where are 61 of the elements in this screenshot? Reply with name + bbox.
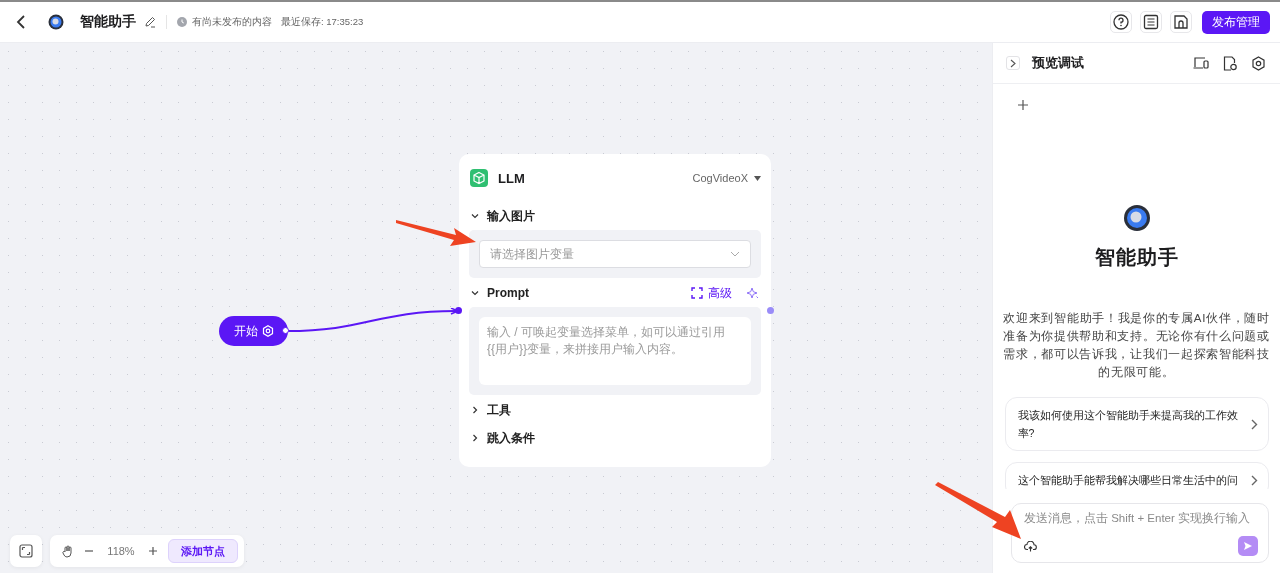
orb-logo-icon	[1122, 204, 1151, 232]
save-button[interactable]	[1170, 11, 1192, 33]
chevron-icon	[1010, 58, 1016, 68]
chevron-icon	[471, 212, 479, 220]
add-node-button[interactable]: 添加节点	[168, 539, 238, 563]
back-icon	[16, 15, 26, 29]
model-select[interactable]: CogVideoX	[692, 172, 761, 184]
section-toggle[interactable]: 工具	[469, 401, 761, 419]
chevron-icon	[471, 406, 479, 414]
expand-icon	[691, 287, 703, 299]
orb-logo-icon	[48, 14, 64, 30]
chevron-down-icon	[730, 251, 740, 257]
node-title: LLM	[498, 170, 526, 186]
settings-icon[interactable]	[1251, 55, 1266, 71]
save-icon	[1173, 14, 1189, 30]
chevron-icon	[471, 434, 479, 442]
expand-button[interactable]	[1006, 56, 1020, 70]
clock-icon	[177, 17, 187, 27]
suggestion-card[interactable]: 我该如何使用这个智能助手来提高我的工作效率?	[1004, 397, 1269, 451]
plus-icon[interactable]	[1018, 100, 1028, 110]
section-toggle[interactable]: 输入图片	[469, 207, 761, 225]
help-button[interactable]	[1110, 11, 1132, 33]
prompt-input[interactable]: 输入 / 可唤起变量选择菜单，如可以通过引用{{用户}}变量，来拼接用户输入内容。	[479, 317, 751, 385]
send-icon	[1243, 541, 1253, 551]
help-icon	[1113, 14, 1129, 30]
sparkle-icon[interactable]	[746, 286, 759, 300]
zoom-in-button[interactable]	[148, 546, 158, 556]
gear-icon	[261, 325, 274, 337]
caret-icon	[754, 175, 761, 181]
input-port[interactable]	[455, 307, 462, 314]
welcome-message: 欢迎来到智能助手！我是你的专属AI伙伴，随时准备为你提供帮助和支持。无论你有什么问题或需求，都可以告诉我，让我们一起探索智能科技的无限可能。	[1002, 311, 1271, 380]
fit-view-icon	[19, 544, 33, 558]
back-button[interactable]	[14, 14, 28, 30]
hand-icon[interactable]	[62, 544, 74, 558]
start-label: 开始	[233, 322, 258, 340]
status-text: 有尚未发布的内容	[192, 15, 272, 29]
advanced-button[interactable]: 高级	[691, 284, 732, 302]
device-icon[interactable]	[1193, 56, 1209, 70]
section-toggle[interactable]: 跳入条件	[469, 429, 761, 447]
document-icon[interactable]	[1223, 55, 1237, 71]
chevron-icon	[471, 289, 479, 297]
list-button[interactable]	[1140, 11, 1162, 33]
panel-title: 预览调试	[1032, 54, 1084, 72]
plus-icon	[148, 546, 158, 556]
list-icon	[1143, 14, 1159, 30]
assistant-name: 智能助手	[1094, 245, 1179, 270]
send-button[interactable]	[1238, 536, 1258, 556]
suggestion-card[interactable]: 这个智能助手能帮我解决哪些日常生活中的问	[1004, 462, 1269, 489]
edit-icon[interactable]	[144, 16, 156, 28]
output-port[interactable]	[282, 327, 289, 334]
save-time: 最近保存: 17:35:23	[281, 15, 364, 29]
fit-view-button[interactable]	[10, 535, 42, 567]
start-node[interactable]: 开始	[219, 316, 288, 346]
cloud-upload-icon[interactable]	[1024, 540, 1037, 552]
chevron-icon	[1250, 474, 1258, 486]
chevron-icon	[1250, 418, 1258, 430]
zoom-level: 118%	[106, 545, 136, 557]
cube-icon	[470, 169, 488, 187]
section-toggle[interactable]: Prompt	[469, 286, 685, 300]
publish-button[interactable]: 发布管理	[1202, 10, 1270, 34]
app-title: 智能助手	[80, 13, 136, 31]
